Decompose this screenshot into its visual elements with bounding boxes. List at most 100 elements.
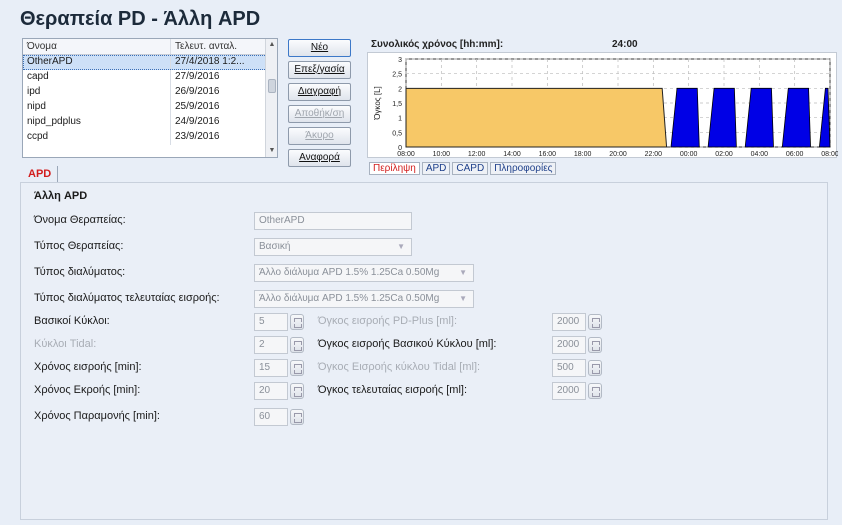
y-tick-label: 0,5	[392, 130, 402, 137]
therapy-list[interactable]: Όνομα Τελευτ. ανταλ. OtherAPD 27/4/2018 1…	[22, 38, 278, 158]
list-item-date: 25/9/2016	[175, 101, 220, 112]
list-scrollbar[interactable]: ▲ ▼	[265, 39, 277, 157]
last-fill-solution-label: Τύπος διαλύματος τελευταίας εισροής:	[34, 292, 220, 304]
tab-capd[interactable]: CAPD	[452, 162, 489, 175]
basic-cycles-value[interactable]: 5	[254, 313, 288, 331]
basic-cycles-label: Βασικοί Κύκλοι:	[34, 315, 110, 327]
list-item-date: 24/9/2016	[175, 116, 220, 127]
x-tick-label: 00:00	[680, 151, 698, 158]
last-fill-volume-value[interactable]: 2000	[552, 382, 586, 400]
page-title: Θεραπεία PD - Άλλη APD	[20, 8, 261, 30]
list-item-name: nipd	[23, 100, 171, 115]
last-fill-volume-stepper[interactable]: 2000	[552, 382, 602, 400]
stepper-icon[interactable]	[588, 314, 602, 330]
pdplus-volume-stepper[interactable]: 2000	[552, 313, 602, 331]
stepper-icon[interactable]	[588, 337, 602, 353]
last-fill-solution-value: Άλλο διάλυμα APD 1.5% 1.25Ca 0.50Mg	[259, 293, 440, 304]
stepper-icon[interactable]	[290, 337, 304, 353]
solution-type-value: Άλλο διάλυμα APD 1.5% 1.25Ca 0.50Mg	[259, 267, 440, 278]
list-item[interactable]: nipd 25/9/2016	[23, 100, 277, 115]
x-tick-label: 18:00	[574, 151, 592, 158]
stepper-icon[interactable]	[290, 314, 304, 330]
drain-time-stepper[interactable]: 20	[254, 382, 304, 400]
drain-time-value[interactable]: 20	[254, 382, 288, 400]
tab-apd[interactable]: APD	[421, 162, 451, 175]
dwell-time-stepper[interactable]: 60	[254, 408, 304, 426]
list-item-name: ipd	[23, 85, 171, 100]
edit-button[interactable]: Επεξ/γασία	[288, 61, 351, 79]
stepper-icon[interactable]	[588, 360, 602, 376]
stepper-icon[interactable]	[290, 360, 304, 376]
pdplus-volume-value[interactable]: 2000	[552, 313, 586, 331]
fill-time-value[interactable]: 15	[254, 359, 288, 377]
list-item[interactable]: capd 27/9/2016	[23, 70, 277, 85]
solution-type-select[interactable]: Άλλο διάλυμα APD 1.5% 1.25Ca 0.50Mg ▼	[254, 264, 474, 282]
x-tick-label: 10:00	[433, 151, 451, 158]
x-tick-label: 14:00	[503, 151, 521, 158]
list-item-name: ccpd	[23, 130, 171, 145]
therapy-type-value: Βασική	[259, 241, 291, 252]
dwell-time-value[interactable]: 60	[254, 408, 288, 426]
save-button[interactable]: Αποθήκ/ση	[288, 105, 351, 123]
stepper-icon[interactable]	[290, 409, 304, 425]
total-time-label: Συνολικός χρόνος [hh:mm]:	[371, 39, 504, 50]
x-tick-label: 16:00	[539, 151, 557, 158]
dwell-time-label: Χρόνος Παραμονής [min]:	[34, 410, 160, 422]
tab-apd-form[interactable]: APD	[22, 166, 59, 182]
y-tick-label: 1	[398, 116, 402, 123]
basic-cycle-volume-stepper[interactable]: 2000	[552, 336, 602, 354]
stepper-icon[interactable]	[588, 383, 602, 399]
scroll-thumb[interactable]	[268, 79, 276, 93]
list-item[interactable]: OtherAPD 27/4/2018 1:2...	[23, 55, 277, 70]
therapy-type-select[interactable]: Βασική ▼	[254, 238, 412, 256]
new-button[interactable]: Νέο	[288, 39, 351, 57]
total-time-value: 24:00	[612, 39, 638, 50]
y-tick-label: 2	[398, 86, 402, 93]
tidal-volume-label: Όγκος Εισροής κύκλου Tidal [ml]:	[318, 361, 481, 373]
stepper-icon[interactable]	[290, 383, 304, 399]
list-item-name: nipd_pdplus	[23, 115, 171, 130]
scroll-down-icon[interactable]: ▼	[266, 145, 277, 157]
list-item[interactable]: ipd 26/9/2016	[23, 85, 277, 100]
solution-type-label: Τύπος διαλύματος:	[34, 266, 126, 278]
tidal-cycles-label: Κύκλοι Tidal:	[34, 338, 97, 350]
list-item[interactable]: ccpd 23/9/2016	[23, 130, 277, 145]
x-tick-label: 08:00	[821, 151, 838, 158]
basic-cycle-volume-label: Όγκος εισροής Βασικού Κύκλου [ml]:	[318, 338, 497, 350]
tidal-volume-value[interactable]: 500	[552, 359, 586, 377]
list-item[interactable]: nipd_pdplus 24/9/2016	[23, 115, 277, 130]
chevron-down-icon: ▼	[397, 242, 405, 251]
column-header-last-change[interactable]: Τελευτ. ανταλ.	[171, 39, 265, 54]
scroll-up-icon[interactable]: ▲	[266, 39, 277, 51]
column-header-name[interactable]: Όνομα	[23, 39, 171, 54]
x-tick-label: 06:00	[786, 151, 804, 158]
basic-cycles-stepper[interactable]: 5	[254, 313, 304, 331]
delete-button[interactable]: Διαγραφή	[288, 83, 351, 101]
tidal-volume-stepper[interactable]: 500	[552, 359, 602, 377]
cancel-button[interactable]: Άκυρο	[288, 127, 351, 145]
tab-summary[interactable]: Περίληψη	[369, 162, 420, 175]
pdplus-volume-label: Όγκος εισροής PD-Plus [ml]:	[318, 315, 458, 327]
therapy-name-field[interactable]: OtherAPD	[254, 212, 412, 230]
fill-time-stepper[interactable]: 15	[254, 359, 304, 377]
last-fill-solution-select[interactable]: Άλλο διάλυμα APD 1.5% 1.25Ca 0.50Mg ▼	[254, 290, 474, 308]
report-button[interactable]: Αναφορά	[288, 149, 351, 167]
therapy-name-label: Όνομα Θεραπείας:	[34, 214, 126, 226]
basic-cycle-volume-value[interactable]: 2000	[552, 336, 586, 354]
tidal-cycles-stepper[interactable]: 2	[254, 336, 304, 354]
x-tick-label: 22:00	[645, 151, 663, 158]
list-header: Όνομα Τελευτ. ανταλ.	[23, 39, 277, 55]
tab-info[interactable]: Πληροφορίες	[490, 162, 557, 175]
x-tick-label: 20:00	[609, 151, 627, 158]
list-item-date: 23/9/2016	[175, 131, 220, 142]
drain-time-label: Χρόνος Εκροής [min]:	[34, 384, 141, 396]
y-axis-label: Όγκος [L]	[373, 86, 382, 121]
list-item-name: capd	[23, 70, 171, 85]
y-tick-label: 2,5	[392, 72, 402, 79]
therapy-form-panel	[20, 182, 828, 520]
x-tick-label: 04:00	[751, 151, 769, 158]
list-item-date: 27/9/2016	[175, 71, 220, 82]
y-tick-label: 3	[398, 57, 402, 64]
x-tick-label: 02:00	[715, 151, 733, 158]
tidal-cycles-value[interactable]: 2	[254, 336, 288, 354]
